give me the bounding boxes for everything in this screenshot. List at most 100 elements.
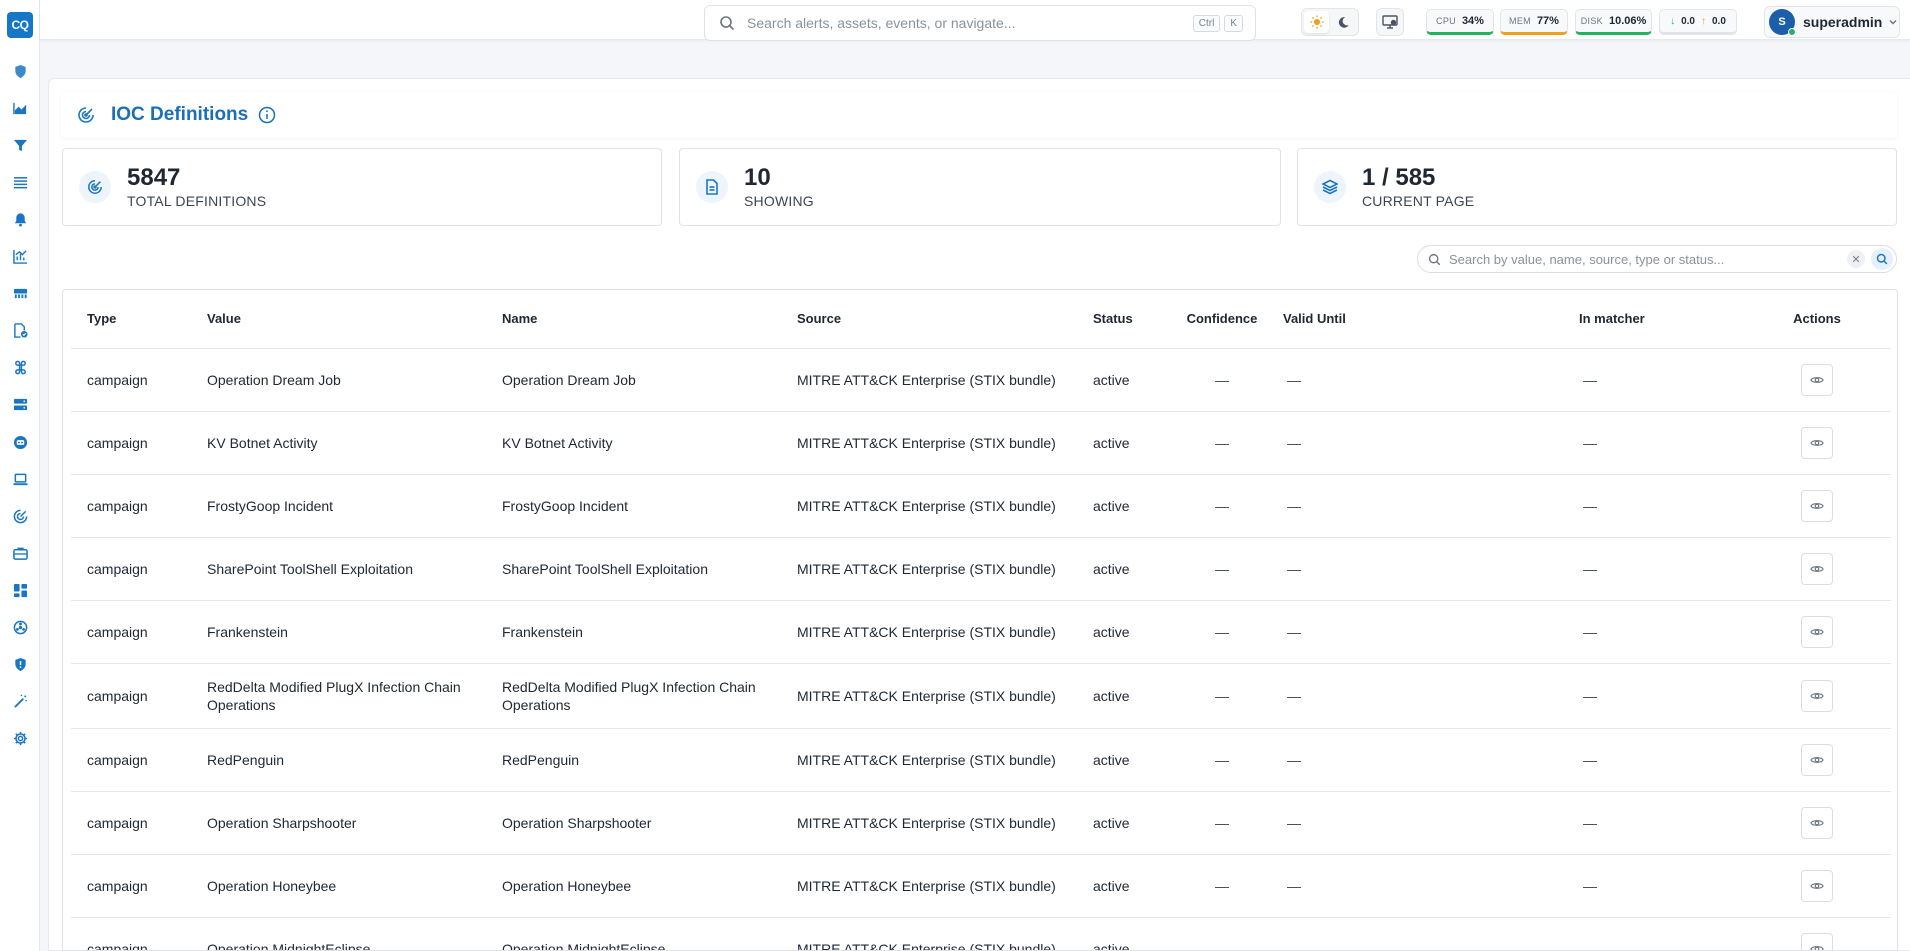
cell-source: MITRE ATT&CK Enterprise (STIX bundle) bbox=[781, 348, 1077, 412]
theme-toggle bbox=[1301, 8, 1359, 36]
server-icon bbox=[13, 399, 27, 411]
view-button[interactable] bbox=[1801, 932, 1833, 950]
cell-in-matcher: — bbox=[1563, 411, 1743, 475]
cell-in-matcher: — bbox=[1563, 728, 1743, 792]
cell-value: SharePoint ToolShell Exploitation bbox=[191, 537, 486, 601]
view-button[interactable] bbox=[1801, 615, 1833, 648]
table-row[interactable]: campaign SharePoint ToolShell Exploitatio… bbox=[71, 537, 1891, 601]
column-header-value[interactable]: Value bbox=[191, 290, 486, 349]
sidebar-item-biohazard[interactable] bbox=[0, 613, 40, 643]
view-button[interactable] bbox=[1801, 743, 1833, 776]
table-row[interactable]: campaign Operation Dream Job Operation Dre… bbox=[71, 348, 1891, 412]
table-row[interactable]: campaign Operation Sharpshooter Operation … bbox=[71, 791, 1891, 855]
sidebar-item-robot[interactable] bbox=[0, 427, 40, 457]
column-header-status[interactable]: Status bbox=[1077, 290, 1177, 349]
table-row[interactable]: campaign Operation Honeybee Operation Hone… bbox=[71, 854, 1891, 918]
showing-card: 10 SHOWING bbox=[679, 148, 1281, 226]
cell-name: Operation Sharpshooter bbox=[486, 791, 781, 855]
sidebar-item-briefcase[interactable] bbox=[0, 538, 40, 568]
sidebar-item-bell[interactable] bbox=[0, 204, 40, 234]
cpu-label: CPU bbox=[1436, 16, 1456, 26]
column-header-valid-until[interactable]: Valid Until bbox=[1267, 290, 1563, 349]
info-icon[interactable] bbox=[258, 106, 276, 124]
cell-actions bbox=[1743, 917, 1891, 950]
cell-value: Operation Sharpshooter bbox=[191, 791, 486, 855]
column-header-confidence[interactable]: Confidence bbox=[1177, 290, 1267, 349]
sidebar-item-filter[interactable] bbox=[0, 130, 40, 160]
cell-actions bbox=[1743, 348, 1891, 412]
sidebar-item-cluster[interactable] bbox=[0, 279, 40, 309]
sidebar-item-radar[interactable] bbox=[0, 501, 40, 531]
table-row[interactable]: campaign RedDelta Modified PlugX Infectio… bbox=[71, 663, 1891, 729]
filter-search-button[interactable] bbox=[1871, 248, 1893, 270]
view-button[interactable] bbox=[1801, 426, 1833, 459]
view-button[interactable] bbox=[1801, 489, 1833, 522]
light-theme-button[interactable] bbox=[1304, 11, 1329, 33]
view-button[interactable] bbox=[1801, 806, 1833, 839]
cell-name: Frankenstein bbox=[486, 600, 781, 664]
table-filter-input[interactable] bbox=[1449, 251, 1847, 267]
cell-type: campaign bbox=[71, 663, 191, 729]
view-button[interactable] bbox=[1801, 552, 1833, 585]
global-search[interactable]: Ctrl K bbox=[704, 5, 1256, 41]
app-logo[interactable]: CQ bbox=[7, 12, 33, 38]
sidebar-item-magic-wand[interactable] bbox=[0, 687, 40, 717]
column-header-type[interactable]: Type bbox=[71, 290, 191, 349]
bar-chart-icon bbox=[12, 249, 27, 264]
biohazard-icon bbox=[13, 620, 27, 635]
cell-source: MITRE ATT&CK Enterprise (STIX bundle) bbox=[781, 537, 1077, 601]
sidebar-item-list[interactable] bbox=[0, 167, 40, 197]
global-search-input[interactable] bbox=[747, 15, 1193, 31]
shortcut-k: K bbox=[1224, 14, 1243, 32]
cell-value: Operation Dream Job bbox=[191, 348, 486, 412]
sidebar-item-shield-alert[interactable] bbox=[0, 650, 40, 680]
cluster-icon bbox=[13, 288, 27, 299]
cell-source: MITRE ATT&CK Enterprise (STIX bundle) bbox=[781, 854, 1077, 918]
cpu-value: 34% bbox=[1461, 15, 1484, 27]
cell-status: active bbox=[1077, 348, 1177, 412]
table-row[interactable]: campaign Operation MidnightEclipse Operati… bbox=[71, 917, 1891, 950]
table-row[interactable]: campaign KV Botnet Activity KV Botnet Acti… bbox=[71, 411, 1891, 475]
cell-value: RedPenguin bbox=[191, 728, 486, 792]
column-header-in-matcher[interactable]: In matcher bbox=[1563, 290, 1743, 349]
dark-theme-button[interactable] bbox=[1331, 11, 1356, 33]
cpu-usage[interactable]: CPU 34% bbox=[1426, 9, 1494, 35]
sidebar-item-dashboard[interactable] bbox=[0, 575, 40, 605]
disk-usage[interactable]: DISK 10.06% bbox=[1575, 9, 1652, 35]
view-button[interactable] bbox=[1801, 363, 1833, 396]
current-page-value: 1 / 585 bbox=[1362, 164, 1436, 191]
view-button[interactable] bbox=[1801, 869, 1833, 902]
table-row[interactable]: campaign RedPenguin RedPenguin MITRE ATT&CK… bbox=[71, 728, 1891, 792]
radar-icon bbox=[13, 509, 27, 523]
table-filter[interactable]: ✕ bbox=[1417, 245, 1897, 273]
table-row[interactable]: campaign FrostyGoop Incident FrostyGoop In… bbox=[71, 474, 1891, 538]
sidebar-item-command[interactable] bbox=[0, 353, 40, 383]
column-header-source[interactable]: Source bbox=[781, 290, 1077, 349]
mem-usage[interactable]: MEM 77% bbox=[1500, 9, 1568, 35]
eye-icon bbox=[1810, 945, 1824, 950]
view-button[interactable] bbox=[1801, 679, 1833, 712]
cell-source: MITRE ATT&CK Enterprise (STIX bundle) bbox=[781, 663, 1077, 729]
sidebar-item-file-check[interactable] bbox=[0, 316, 40, 346]
sidebar-item-shield[interactable] bbox=[0, 56, 40, 86]
cell-value: Operation MidnightEclipse bbox=[191, 917, 486, 950]
table-header-row: Type Value Name Source Status Confidence… bbox=[71, 290, 1891, 349]
bell-icon bbox=[14, 213, 26, 227]
sidebar-item-laptop[interactable] bbox=[0, 464, 40, 494]
sidebar-item-area-chart[interactable] bbox=[0, 93, 40, 123]
sidebar-item-server[interactable] bbox=[0, 390, 40, 420]
column-header-name[interactable]: Name bbox=[486, 290, 781, 349]
cell-name: KV Botnet Activity bbox=[486, 411, 781, 475]
eye-icon bbox=[1810, 819, 1824, 826]
user-menu[interactable]: S superadmin bbox=[1764, 6, 1900, 38]
monitor-button[interactable] bbox=[1376, 8, 1404, 36]
cell-type: campaign bbox=[71, 728, 191, 792]
sidebar-item-gear[interactable] bbox=[0, 724, 40, 754]
table-row[interactable]: campaign Frankenstein Frankenstein MITRE AT… bbox=[71, 600, 1891, 664]
clear-filter-button[interactable]: ✕ bbox=[1847, 250, 1865, 268]
cell-name: RedPenguin bbox=[486, 728, 781, 792]
network-usage[interactable]: ↓ 0.0 ↑ 0.0 bbox=[1659, 9, 1737, 35]
cell-in-matcher: — bbox=[1563, 537, 1743, 601]
cell-confidence: — bbox=[1177, 348, 1267, 412]
sidebar-item-bar-chart[interactable] bbox=[0, 242, 40, 272]
